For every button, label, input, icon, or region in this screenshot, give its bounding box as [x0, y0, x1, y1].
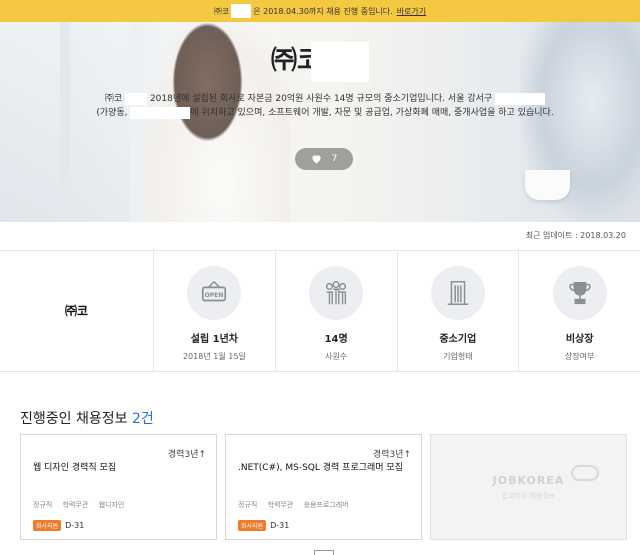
job-card[interactable]: 경력3년↑ .NET(C#), MS-SQL 경력 프로그래머 모집 정규직 학… — [225, 434, 422, 540]
redacted-block — [130, 106, 191, 119]
redacted-block — [125, 92, 148, 105]
banner-link[interactable]: 바로가기 — [397, 6, 426, 17]
jobkorea-placeholder-card: JOBKOREA 잡코리아 채용정보 — [430, 434, 627, 540]
stat-founded: OPEN 설립 1년차 2018년 1월 15일 — [154, 250, 276, 371]
job-title[interactable]: 웹 디자인 경력직 모집 — [33, 462, 209, 475]
trophy-icon — [569, 281, 591, 305]
building-icon — [447, 281, 469, 305]
heart-icon — [312, 155, 321, 164]
open-sign-icon: OPEN — [202, 281, 227, 302]
apply-badge: 회사지원 — [33, 520, 62, 531]
job-title[interactable]: .NET(C#), MS-SQL 경력 프로그래머 모집 — [238, 462, 414, 475]
redacted-block — [310, 41, 369, 82]
job-career: 경력3년↑ — [167, 450, 206, 460]
like-count: 7 — [331, 154, 338, 164]
people-icon — [326, 281, 347, 305]
job-tags: 정규직 학력무관 웹디자인 — [33, 501, 125, 509]
jobkorea-sub: 잡코리아 채용정보 — [501, 491, 556, 500]
job-dday: D-31 — [65, 521, 85, 530]
company-description: ㈜코 2018년에 설립된 회사로 자본금 20억원 사원수 14명 규모의 중… — [96, 92, 554, 119]
jobkorea-logo-mark — [571, 465, 599, 481]
job-cards: 경력3년↑ 웹 디자인 경력직 모집 정규직 학력무관 웹디자인 회사지원 D-… — [20, 434, 630, 540]
stat-listing: 비상장 상장여부 — [519, 250, 640, 371]
svg-text:OPEN: OPEN — [205, 292, 224, 299]
jobkorea-logo-text: JOBKOREA — [492, 473, 565, 487]
jobs-count: 2건 — [131, 411, 154, 427]
company-logo: ㈜코 — [0, 250, 154, 371]
company-title: ㈜코 — [0, 40, 640, 82]
jobs-section-title: 진행중인 채용정보 2건 — [20, 411, 154, 427]
company-stats: ㈜코 OPEN 설립 1년차 2018년 1월 15일 14명 사원수 중소기업… — [0, 250, 640, 372]
job-tags: 정규직 학력무관 응용프로그래머 — [238, 501, 349, 509]
banner-text: 은 2018.04.30까지 채용 진행 중입니다. — [253, 6, 393, 16]
like-button[interactable]: 7 — [295, 148, 353, 170]
pager-control[interactable] — [314, 550, 334, 555]
top-banner: ㈜코 은 2018.04.30까지 채용 진행 중입니다. 바로가기 — [0, 0, 640, 22]
job-dday: D-31 — [270, 521, 290, 530]
stat-employees: 14명 사원수 — [276, 250, 398, 371]
job-career: 경력3년↑ — [372, 450, 411, 460]
redacted-block — [495, 92, 546, 105]
job-card[interactable]: 경력3년↑ 웹 디자인 경력직 모집 정규직 학력무관 웹디자인 회사지원 D-… — [20, 434, 217, 540]
stat-company-type: 중소기업 기업형태 — [398, 250, 520, 371]
redacted-block — [231, 4, 252, 18]
banner-prefix: ㈜코 — [213, 6, 230, 16]
hero-banner: ㈜코 ㈜코 2018년에 설립된 회사로 자본금 20억원 사원수 14명 규모… — [0, 22, 640, 222]
last-updated: 최근 업데이트 : 2018.03.20 — [525, 231, 626, 240]
apply-badge: 회사지원 — [238, 520, 267, 531]
